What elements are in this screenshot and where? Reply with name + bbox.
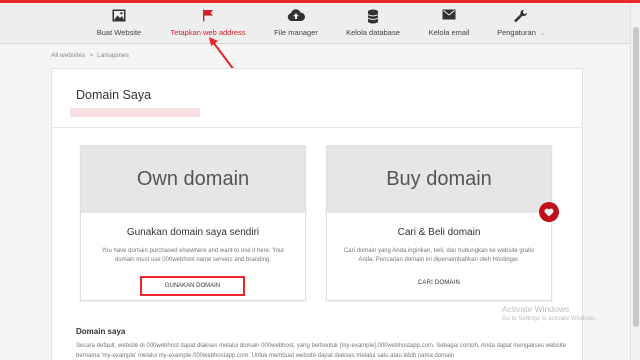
nav-item-pengaturan[interactable]: Pengaturan ⌄	[493, 9, 549, 41]
buy-domain-hero: Buy domain	[327, 146, 551, 213]
buy-domain-description: Cari domain yang Anda inginkan, beli, da…	[343, 248, 535, 263]
nav-label: Kelola database	[346, 28, 400, 37]
divider	[52, 127, 582, 128]
database-icon	[343, 9, 403, 25]
own-domain-option: Own domain Gunakan domain saya sendiri Y…	[80, 145, 306, 301]
watermark-subtitle: Go to Settings to activate Windows.	[502, 316, 597, 322]
gunakan-domain-button[interactable]: GUNAKAN DOMAIN	[140, 276, 245, 296]
flag-icon	[169, 9, 247, 25]
buy-domain-subtitle: Cari & Beli domain	[397, 227, 481, 238]
own-domain-subtitle: Gunakan domain saya sendiri	[126, 227, 260, 238]
cari-domain-button[interactable]: CARI DOMAIN	[327, 280, 551, 286]
cloud-upload-icon	[270, 9, 322, 25]
chevron-down-icon: ⌄	[539, 31, 545, 37]
section-title: Domain saya	[76, 327, 126, 336]
page-title: Domain Saya	[76, 88, 152, 102]
own-domain-hero: Own domain	[81, 146, 305, 213]
top-navbar: Buat Website Tetapkan web address File m…	[0, 3, 630, 44]
nav-item-file-manager[interactable]: File manager	[270, 9, 322, 41]
image-icon	[93, 9, 145, 25]
redacted-domain-text	[70, 108, 200, 117]
nav-item-buat-website[interactable]: Buat Website	[93, 9, 145, 41]
activate-windows-watermark: Activate Windows Go to Settings to activ…	[502, 304, 597, 322]
nav-item-kelola-email[interactable]: Kelola email	[425, 9, 473, 41]
breadcrumb-all-websites[interactable]: All websites	[51, 52, 85, 59]
heart-icon[interactable]	[539, 202, 559, 222]
scrollbar-thumb[interactable]	[633, 27, 639, 327]
nav-item-kelola-database[interactable]: Kelola database	[343, 9, 403, 41]
own-domain-description: You have domain purchased elsewhere and …	[101, 248, 285, 263]
section-text: Secara default, website di 000webhost da…	[76, 343, 566, 359]
breadcrumb: All websites > Lamajones	[51, 52, 129, 59]
nav-label: File manager	[274, 28, 318, 37]
nav-label: Kelola email	[428, 28, 470, 37]
buy-domain-option: Buy domain Cari & Beli domain Cari domai…	[326, 145, 559, 301]
breadcrumb-separator: >	[89, 52, 94, 59]
nav-label: Buat Website	[96, 28, 142, 37]
wrench-icon	[493, 9, 549, 25]
envelope-icon	[425, 9, 473, 25]
breadcrumb-current[interactable]: Lamajones	[97, 52, 129, 59]
nav-label: Pengaturan	[497, 28, 536, 37]
watermark-title: Activate Windows	[502, 304, 570, 314]
vertical-scrollbar[interactable]	[630, 3, 640, 360]
